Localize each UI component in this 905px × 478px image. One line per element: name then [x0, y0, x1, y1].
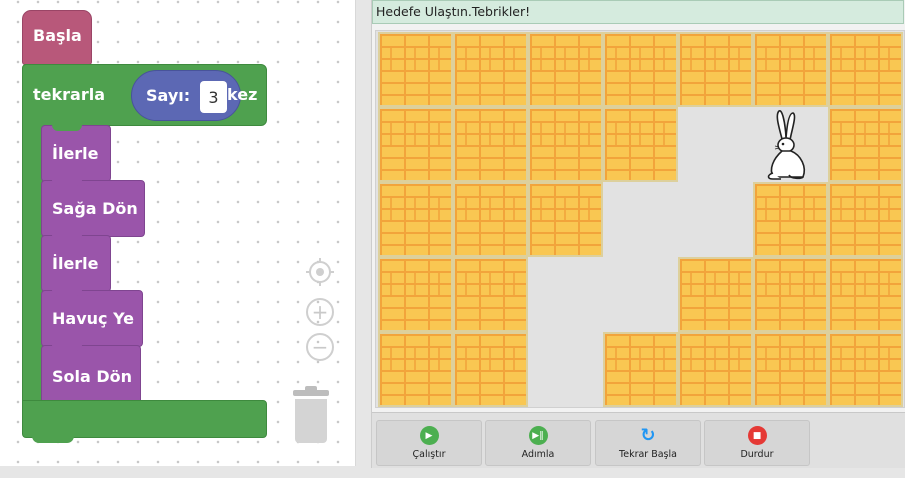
brick-wall-tile: [378, 107, 453, 182]
brick-wall-tile: [753, 332, 828, 407]
refresh-icon: ↻: [640, 425, 656, 446]
brick-wall-tile: [678, 257, 753, 332]
maze-board: [375, 30, 905, 408]
brick-wall-tile: [828, 32, 903, 107]
command-label: Havuç Ye: [52, 309, 135, 328]
trash-icon[interactable]: [293, 386, 329, 444]
play-icon: ▶: [419, 426, 439, 445]
block-workspace[interactable]: Başla tekrarla Sayı: 3 kez İlerle Sağa D…: [0, 0, 356, 466]
brick-wall-tile: [753, 257, 828, 332]
run-button[interactable]: ▶ Çalıştır: [376, 420, 482, 466]
brick-wall-tile: [828, 257, 903, 332]
hare-icon: [765, 109, 815, 185]
recenter-icon[interactable]: [304, 256, 336, 288]
brick-wall-tile: [378, 332, 453, 407]
repeat-block[interactable]: tekrarla Sayı: 3 kez: [22, 64, 267, 126]
command-label: İlerle: [52, 144, 99, 163]
brick-wall-tile: [828, 182, 903, 257]
start-block[interactable]: Başla: [22, 10, 92, 65]
brick-wall-tile: [753, 182, 828, 257]
start-block-label: Başla: [33, 26, 82, 45]
command-forward[interactable]: İlerle: [41, 235, 111, 292]
repeat-prefix: tekrarla: [33, 85, 105, 104]
control-label: Durdur: [740, 449, 774, 460]
brick-wall-tile: [453, 32, 528, 107]
brick-wall-tile: [678, 32, 753, 107]
command-turn-right[interactable]: Sağa Dön: [41, 180, 145, 237]
stop-button[interactable]: ■ Durdur: [704, 420, 810, 466]
brick-wall-tile: [453, 257, 528, 332]
command-label: Sağa Dön: [52, 199, 138, 218]
brick-wall-tile: [828, 107, 903, 182]
restart-button[interactable]: ↻ Tekrar Başla: [595, 420, 701, 466]
step-button[interactable]: ▶‖ Adımla: [485, 420, 591, 466]
brick-wall-tile: [603, 107, 678, 182]
brick-wall-tile: [528, 182, 603, 257]
command-label: Sola Dön: [52, 366, 133, 386]
repeat-suffix: kez: [227, 85, 258, 104]
brick-wall-tile: [453, 332, 528, 407]
brick-wall-tile: [453, 107, 528, 182]
control-label: Çalıştır: [412, 449, 446, 460]
repeat-block-footer: [22, 400, 267, 438]
control-bar: ▶ Çalıştır ▶‖ Adımla ↻ Tekrar Başla ■ Durdur: [372, 412, 905, 468]
command-label: İlerle: [52, 254, 99, 273]
brick-wall-tile: [528, 107, 603, 182]
status-message: Hedefe Ulaştın.Tebrikler!: [372, 0, 904, 24]
count-block[interactable]: Sayı: 3: [131, 70, 241, 121]
brick-wall-tile: [528, 32, 603, 107]
control-label: Tekrar Başla: [619, 449, 677, 460]
step-icon: ▶‖: [528, 426, 548, 445]
brick-wall-tile: [453, 182, 528, 257]
zoom-in-icon[interactable]: +: [306, 298, 334, 326]
repeat-block-tail: [32, 436, 74, 443]
brick-wall-tile: [678, 332, 753, 407]
game-panel: Hedefe Ulaştın.Tebrikler! ▶ Çalıştır ▶‖ Adı…: [371, 0, 905, 468]
count-input[interactable]: 3: [200, 81, 227, 113]
brick-wall-tile: [603, 332, 678, 407]
command-turn-left[interactable]: Sola Dön: [41, 345, 141, 407]
brick-wall-tile: [378, 182, 453, 257]
stop-icon: ■: [747, 426, 767, 445]
command-eat-carrot[interactable]: Havuç Ye: [41, 290, 143, 347]
brick-wall-tile: [753, 32, 828, 107]
brick-wall-tile: [603, 32, 678, 107]
command-forward[interactable]: İlerle: [41, 125, 111, 182]
control-label: Adımla: [521, 449, 555, 460]
zoom-out-icon[interactable]: −: [306, 333, 334, 361]
count-label: Sayı:: [146, 86, 191, 105]
brick-wall-tile: [378, 257, 453, 332]
brick-wall-tile: [828, 332, 903, 407]
brick-wall-tile: [378, 32, 453, 107]
